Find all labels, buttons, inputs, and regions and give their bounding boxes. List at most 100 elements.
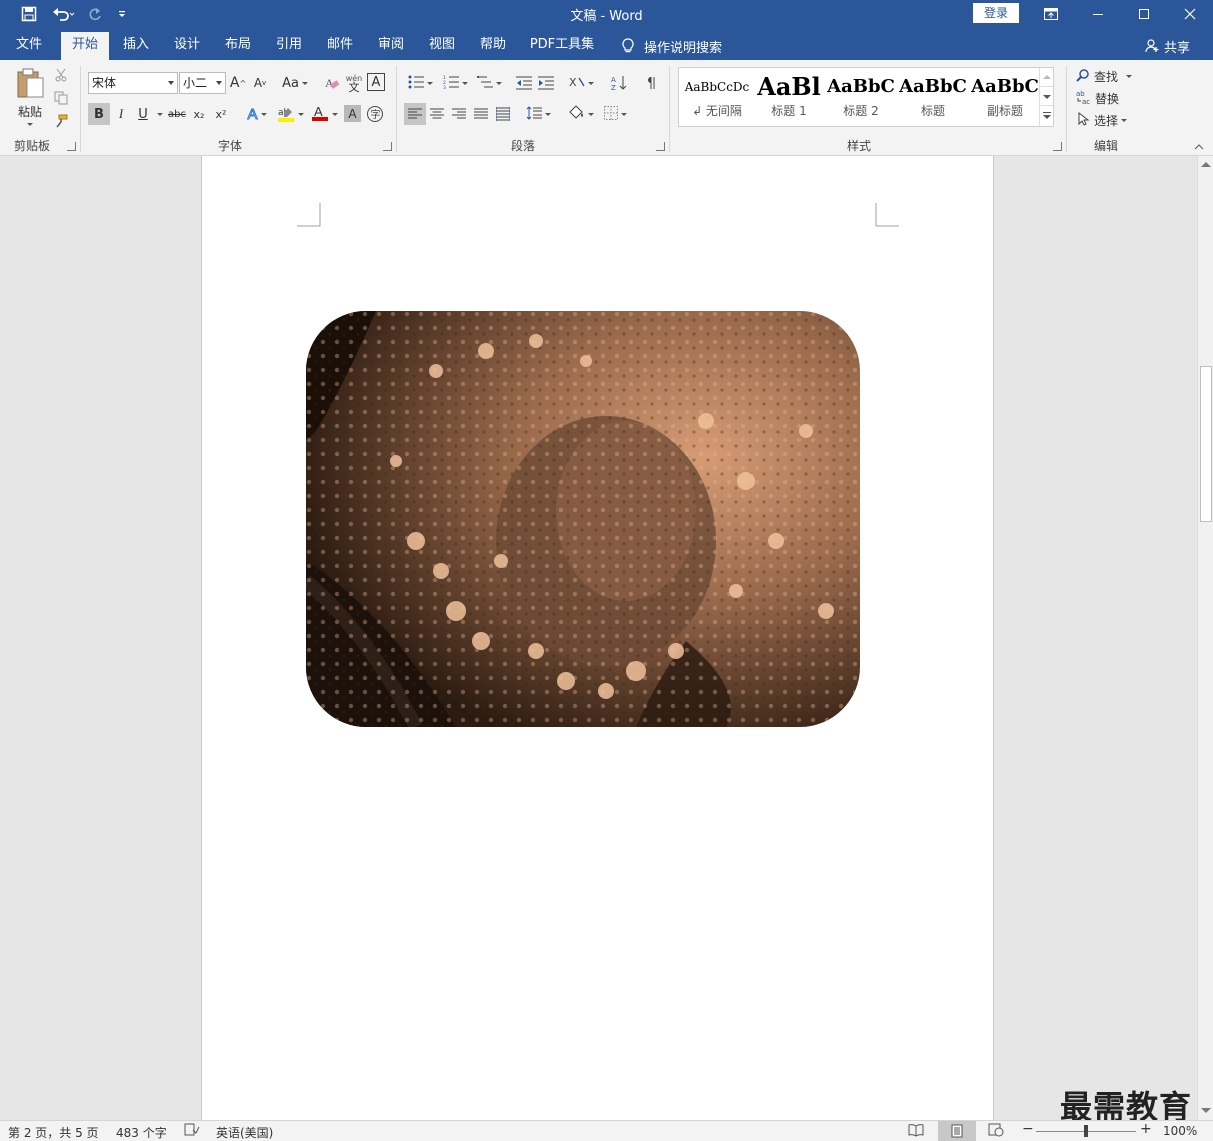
scroll-up-icon[interactable] — [1201, 162, 1211, 167]
style-no-spacing[interactable]: AaBbCcDc ↲ 无间隔 — [681, 68, 753, 126]
shrink-font-icon[interactable]: Av — [251, 73, 269, 93]
close-icon[interactable] — [1167, 0, 1213, 28]
find-button[interactable]: 查找 — [1076, 66, 1140, 86]
phonetic-guide-icon[interactable]: wén 文 — [344, 72, 364, 94]
style-subtitle[interactable]: AaBbC 副标题 — [969, 68, 1041, 126]
style-title[interactable]: AaBbC 标题 — [897, 68, 969, 126]
format-painter-icon[interactable] — [52, 112, 70, 130]
style-name: 标题 — [920, 104, 945, 118]
change-case-button[interactable]: Aa — [280, 73, 310, 93]
multilevel-list-button[interactable] — [473, 72, 505, 94]
tab-file[interactable]: 文件 — [8, 32, 50, 60]
paragraph-launcher-icon[interactable] — [656, 142, 665, 151]
tab-layout[interactable]: 布局 — [217, 32, 259, 60]
paste-button[interactable]: 粘贴 — [10, 64, 50, 128]
borders-button[interactable] — [600, 103, 630, 125]
zoom-level[interactable]: 100% — [1163, 1124, 1197, 1138]
zoom-slider-thumb[interactable] — [1084, 1125, 1088, 1137]
select-button[interactable]: 选择 — [1076, 110, 1140, 130]
tell-me-search[interactable]: 操作说明搜索 — [618, 32, 722, 60]
character-border-icon[interactable]: A — [367, 73, 385, 91]
tab-view[interactable]: 视图 — [421, 32, 463, 60]
increase-indent-icon[interactable] — [535, 72, 557, 94]
font-color-button[interactable]: A — [309, 103, 339, 125]
bullets-button[interactable] — [404, 72, 436, 94]
scroll-down-icon[interactable] — [1201, 1108, 1211, 1113]
strikethrough-button[interactable]: abc — [166, 103, 188, 125]
font-name-combo[interactable]: 宋体 — [88, 72, 178, 94]
top-right-crop-mark — [875, 203, 899, 227]
maximize-icon[interactable] — [1121, 0, 1167, 28]
decrease-indent-icon[interactable] — [513, 72, 535, 94]
tab-pdf-tools[interactable]: PDF工具集 — [523, 32, 601, 60]
numbering-button[interactable]: 123 — [439, 72, 471, 94]
highlight-button[interactable]: ab — [275, 103, 305, 125]
font-size-combo[interactable]: 小二 — [179, 72, 226, 94]
font-launcher-icon[interactable] — [383, 142, 392, 151]
undo-icon[interactable] — [48, 4, 78, 24]
underline-dropdown-icon[interactable] — [157, 113, 163, 116]
inserted-picture[interactable] — [306, 311, 860, 727]
tab-mailings[interactable]: 邮件 — [319, 32, 361, 60]
tab-references[interactable]: 引用 — [268, 32, 310, 60]
enclose-characters-icon[interactable]: 字 — [365, 104, 385, 124]
superscript-button[interactable]: x² — [211, 103, 231, 125]
styles-scroll-down-icon[interactable] — [1040, 87, 1053, 106]
styles-more-icon[interactable] — [1040, 106, 1053, 125]
styles-scroll-up-icon[interactable] — [1040, 68, 1053, 87]
clipboard-launcher-icon[interactable] — [67, 142, 76, 151]
distributed-icon[interactable] — [492, 103, 514, 125]
line-spacing-button[interactable] — [523, 103, 553, 125]
web-layout-icon[interactable] — [988, 1123, 1004, 1140]
align-left-icon[interactable] — [404, 103, 426, 125]
login-button[interactable]: 登录 — [973, 3, 1019, 23]
style-heading-1[interactable]: AaBl 标题 1 — [753, 68, 825, 126]
bold-button[interactable]: B — [88, 103, 110, 125]
document-page[interactable] — [201, 156, 994, 1120]
shading-button[interactable] — [564, 103, 596, 125]
page-count[interactable]: 第 2 页，共 5 页 — [8, 1124, 99, 1141]
zoom-in-icon[interactable]: + — [1140, 1121, 1152, 1137]
word-count[interactable]: 483 个字 — [116, 1124, 167, 1141]
tab-help[interactable]: 帮助 — [472, 32, 514, 60]
tab-home[interactable]: 开始 — [61, 32, 109, 60]
print-layout-icon[interactable] — [938, 1121, 976, 1141]
highlighter-icon: ab — [277, 105, 295, 123]
text-effects-button[interactable]: A — [243, 103, 271, 125]
replace-button[interactable]: ab ac 替换 — [1076, 88, 1140, 108]
copy-icon[interactable] — [52, 89, 70, 107]
zoom-out-icon[interactable]: − — [1022, 1121, 1034, 1137]
show-marks-icon[interactable] — [640, 72, 662, 94]
cut-icon[interactable] — [52, 66, 70, 84]
collapse-ribbon-icon[interactable] — [1192, 142, 1206, 152]
justify-icon[interactable] — [470, 103, 492, 125]
highlight-dropdown-icon — [297, 112, 304, 116]
redo-icon[interactable] — [84, 4, 106, 24]
customize-icon[interactable] — [114, 4, 130, 24]
vertical-scrollbar[interactable] — [1197, 156, 1213, 1120]
style-heading-2[interactable]: AaBbC 标题 2 — [825, 68, 897, 126]
sort-icon[interactable]: AZ — [608, 72, 630, 94]
proofing-icon[interactable] — [184, 1123, 200, 1140]
language[interactable]: 英语(美国) — [216, 1124, 273, 1141]
underline-button[interactable]: U — [133, 103, 153, 125]
subscript-button[interactable]: x₂ — [189, 103, 209, 125]
character-shading-icon[interactable]: A — [344, 105, 361, 122]
clear-formatting-icon[interactable]: A — [322, 73, 342, 93]
align-center-icon[interactable] — [426, 103, 448, 125]
read-mode-icon[interactable] — [908, 1123, 924, 1140]
tab-design[interactable]: 设计 — [166, 32, 208, 60]
share-button[interactable]: 共享 — [1145, 32, 1190, 60]
save-icon[interactable] — [18, 4, 40, 24]
tab-insert[interactable]: 插入 — [115, 32, 157, 60]
chinese-layout-button[interactable]: X — [566, 72, 596, 94]
align-right-icon[interactable] — [448, 103, 470, 125]
italic-button[interactable]: I — [111, 103, 131, 125]
ribbon-display-options-icon[interactable] — [1028, 0, 1074, 28]
grow-font-icon[interactable]: A ^ — [229, 73, 247, 93]
minimize-icon[interactable] — [1075, 0, 1121, 28]
svg-text:Z: Z — [611, 84, 616, 91]
tab-review[interactable]: 审阅 — [370, 32, 412, 60]
scroll-thumb[interactable] — [1200, 366, 1212, 522]
styles-launcher-icon[interactable] — [1053, 142, 1062, 151]
